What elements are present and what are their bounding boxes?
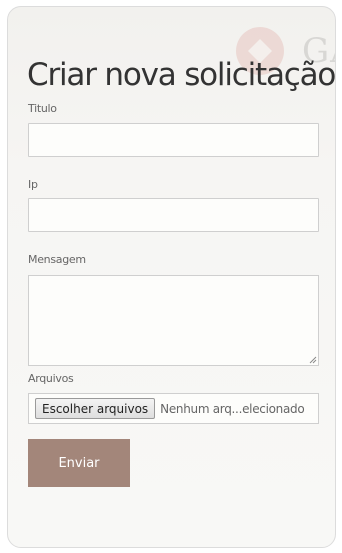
- submit-button[interactable]: Enviar: [28, 439, 130, 487]
- choose-files-button[interactable]: Escolher arquivos: [35, 398, 156, 419]
- titulo-label: Titulo: [28, 102, 57, 115]
- ip-label: Ip: [28, 178, 38, 191]
- arquivos-label: Arquivos: [28, 372, 74, 385]
- file-status-text: Nenhum arq...elecionado: [160, 401, 305, 416]
- request-form-card: GA Criar nova solicitação: Titulo Ip Men…: [7, 6, 336, 548]
- page-title: Criar nova solicitação:: [27, 57, 336, 93]
- resize-grip-icon[interactable]: [309, 356, 317, 364]
- mensagem-textarea[interactable]: [28, 275, 319, 366]
- ip-input[interactable]: [28, 198, 319, 232]
- mensagem-label: Mensagem: [28, 253, 86, 266]
- titulo-input[interactable]: [28, 123, 319, 157]
- file-input[interactable]: Escolher arquivos Nenhum arq...elecionad…: [28, 393, 319, 424]
